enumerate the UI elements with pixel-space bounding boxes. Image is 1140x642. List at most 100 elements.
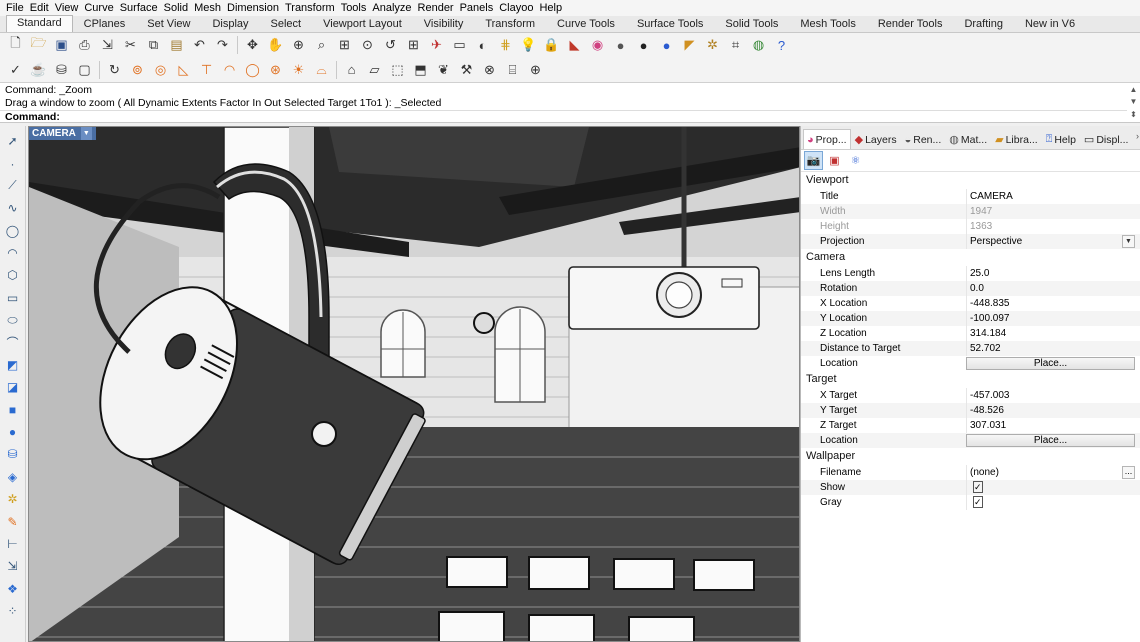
settings-icon[interactable]: ✲ (703, 35, 723, 55)
polygon-icon[interactable]: ⬡ (3, 265, 23, 285)
polyline-icon[interactable]: ⟋ (3, 176, 23, 196)
z-target-field[interactable]: 307.031 (966, 418, 1140, 433)
gear-ring-icon[interactable]: ⊚ (128, 60, 148, 80)
menu-help[interactable]: Help (536, 0, 565, 16)
tab-standard[interactable]: Standard (6, 15, 73, 32)
sphere-icon[interactable]: ● (3, 422, 23, 442)
dimension-icon[interactable]: ⊢ (3, 534, 23, 554)
menu-transform[interactable]: Transform (282, 0, 338, 16)
menu-curve[interactable]: Curve (81, 0, 116, 16)
ellipse-icon[interactable]: ⬭ (3, 310, 23, 330)
triangle-icon[interactable]: ◺ (174, 60, 194, 80)
color-wheel-icon[interactable]: ◉ (588, 35, 608, 55)
rotate-icon[interactable]: ↻ (105, 60, 125, 80)
cube-open-icon[interactable]: ⬒ (411, 60, 431, 80)
cube-icon[interactable]: ⬚ (388, 60, 408, 80)
tab-transform[interactable]: Transform (474, 16, 546, 32)
paste-icon[interactable]: ▤ (167, 35, 187, 55)
menu-file[interactable]: File (3, 0, 27, 16)
circle-icon[interactable]: ◯ (3, 221, 23, 241)
projection-select[interactable]: Perspective (966, 234, 1140, 249)
frame-icon[interactable]: ▣ (825, 151, 844, 170)
grid-globe-icon[interactable]: ⊗ (480, 60, 500, 80)
crosshair-icon[interactable]: ⊕ (526, 60, 546, 80)
zoom-icon[interactable]: ⊕ (289, 35, 309, 55)
tab-display[interactable]: Display (201, 16, 259, 32)
lock-icon[interactable]: 🔒 (542, 35, 562, 55)
sun-burst-icon[interactable]: ☀ (289, 60, 309, 80)
menu-clayoo[interactable]: Clayoo (496, 0, 536, 16)
open-icon[interactable]: 🗁 (29, 35, 49, 55)
title-field[interactable]: CAMERA (966, 189, 1140, 204)
tab-new-in-v6[interactable]: New in V6 (1014, 16, 1086, 32)
pin-icon[interactable]: ◤ (680, 35, 700, 55)
lens-length-field[interactable]: 25.0 (966, 266, 1140, 281)
tab-cplanes[interactable]: CPlanes (73, 16, 137, 32)
tab-render-tools[interactable]: Render Tools (867, 16, 954, 32)
filename-field[interactable]: (none) (966, 465, 1140, 480)
sun-icon[interactable]: ◐ (473, 35, 493, 55)
select-arrow-icon[interactable]: ➚ (3, 131, 23, 151)
scroll-down-icon[interactable]: ▼ (1128, 97, 1139, 106)
rendered-sphere-icon[interactable]: ● (634, 35, 654, 55)
teapot-icon[interactable]: ☕ (29, 60, 49, 80)
menu-surface[interactable]: Surface (117, 0, 161, 16)
cylinder-solid-icon[interactable]: ⛁ (3, 444, 23, 464)
object-snap-icon[interactable]: ❖ (3, 579, 23, 599)
curve-icon[interactable]: ∿ (3, 198, 23, 218)
menu-dimension[interactable]: Dimension (224, 0, 282, 16)
copy-icon[interactable]: ⧉ (144, 35, 164, 55)
plane-icon[interactable]: ✈ (427, 35, 447, 55)
menu-tools[interactable]: Tools (338, 0, 370, 16)
tab-drafting[interactable]: Drafting (953, 16, 1014, 32)
menu-solid[interactable]: Solid (161, 0, 191, 16)
circle-icon[interactable]: ⊛ (266, 60, 286, 80)
help-icon[interactable]: ? (772, 35, 792, 55)
rotate-view-icon[interactable]: ✋ (266, 35, 286, 55)
box-solid-icon[interactable]: ■ (3, 400, 23, 420)
scroll-up-icon[interactable]: ▲ (1128, 85, 1139, 94)
x-target-field[interactable]: -457.003 (966, 388, 1140, 403)
cut-icon[interactable]: ✂ (121, 35, 141, 55)
y-target-field[interactable]: -48.526 (966, 403, 1140, 418)
viewport-menu-icon[interactable]: ▼ (80, 127, 92, 140)
tab-rendering[interactable]: ◒ Ren... (901, 129, 946, 149)
panel-scroll-icon[interactable]: › (1136, 131, 1139, 141)
target-icon[interactable]: ◎ (151, 60, 171, 80)
tab-libraries[interactable]: ▰ Libra... (991, 129, 1042, 149)
box-icon[interactable]: ▢ (75, 60, 95, 80)
transform-icon[interactable]: ⇲ (3, 556, 23, 576)
properties-icon[interactable]: ▭ (450, 35, 470, 55)
text-t-icon[interactable]: ⊤ (197, 60, 217, 80)
rectangle-icon[interactable]: ▭ (3, 288, 23, 308)
light-icon[interactable]: 💡 (519, 35, 539, 55)
camera-place-button[interactable]: Place... (966, 357, 1135, 370)
menu-view[interactable]: View (52, 0, 82, 16)
import-icon[interactable]: ⇲ (98, 35, 118, 55)
arc-icon[interactable]: ◠ (3, 243, 23, 263)
browse-button[interactable]: ... (1122, 466, 1135, 479)
pencil-icon[interactable]: ✎ (3, 512, 23, 532)
molecule-icon[interactable]: ⚛ (846, 151, 865, 170)
undo-icon[interactable]: ↶ (190, 35, 210, 55)
grid-snap-icon[interactable]: ⋕ (496, 35, 516, 55)
z-location-field[interactable]: 314.184 (966, 326, 1140, 341)
tab-solid-tools[interactable]: Solid Tools (714, 16, 789, 32)
tab-mesh-tools[interactable]: Mesh Tools (789, 16, 866, 32)
settings-icon[interactable]: ⁘ (3, 601, 23, 621)
zoom-window-icon[interactable]: ⌕ (312, 35, 332, 55)
camera-icon[interactable]: 📷 (804, 151, 823, 170)
globe-icon[interactable]: ◍ (749, 35, 769, 55)
flat-icon[interactable]: ▱ (365, 60, 385, 80)
tab-set-view[interactable]: Set View (136, 16, 201, 32)
point-icon[interactable]: · (3, 154, 23, 174)
show-checkbox[interactable]: ✓ (973, 481, 983, 493)
rotation-field[interactable]: 0.0 (966, 281, 1140, 296)
tab-select[interactable]: Select (260, 16, 313, 32)
cup-icon[interactable]: ⛁ (52, 60, 72, 80)
layout-icon[interactable]: ⌗ (726, 35, 746, 55)
wrench-icon[interactable]: ⚒ (457, 60, 477, 80)
surface-icon[interactable]: ◩ (3, 355, 23, 375)
zoom-selected-icon[interactable]: ⊙ (358, 35, 378, 55)
new-icon[interactable]: 🗋 (6, 35, 26, 55)
